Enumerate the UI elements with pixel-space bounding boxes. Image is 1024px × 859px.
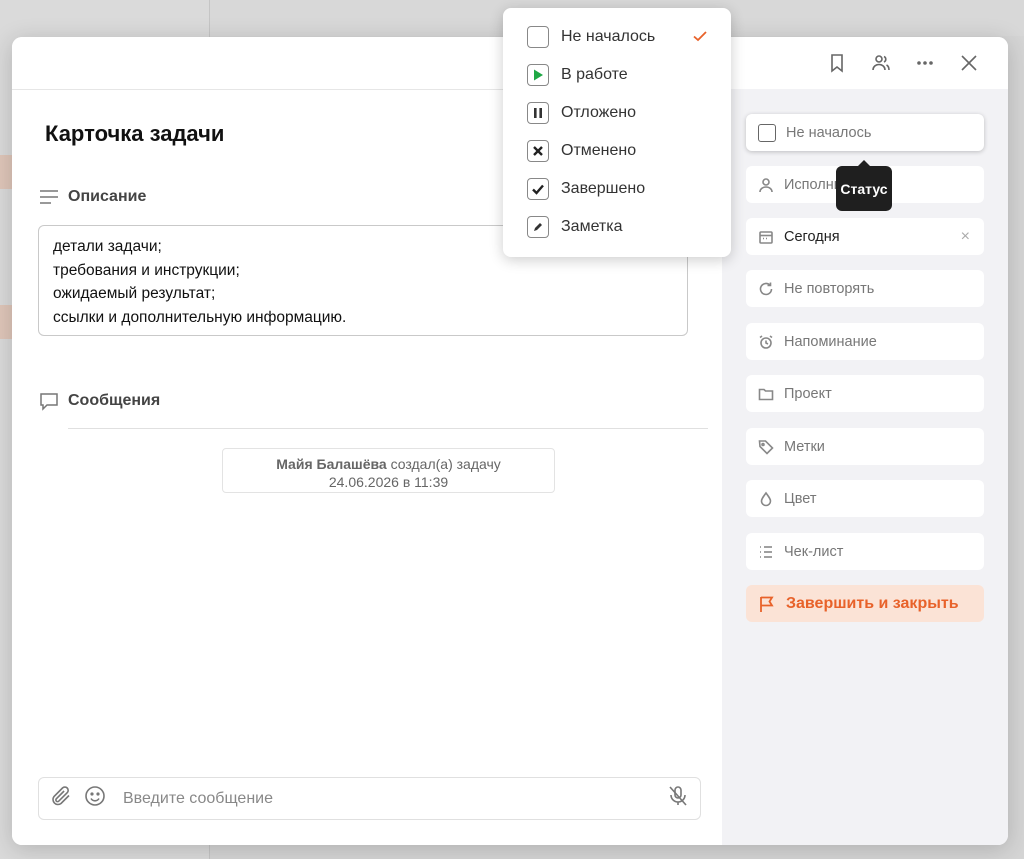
play-icon — [527, 64, 549, 86]
status-option-in-progress[interactable]: В работе — [503, 56, 731, 94]
repeat-field[interactable]: Не повторять — [746, 270, 984, 307]
color-label: Цвет — [784, 490, 817, 507]
status-menu: Не началось В работе Отложено Отменено З… — [503, 8, 731, 257]
messages-label: Сообщения — [68, 392, 161, 409]
folder-icon — [758, 388, 774, 400]
finish-label: Завершить и закрыть — [786, 594, 959, 612]
alarm-clock-icon — [759, 334, 773, 349]
task-properties-panel: Не началось Исполнитель Сегодня × Не пов… — [722, 37, 1008, 845]
check-icon — [527, 178, 549, 200]
status-option-label: Заметка — [561, 218, 623, 235]
date-value: Сегодня — [784, 228, 840, 245]
checklist-icon — [760, 545, 772, 558]
status-checkbox-icon — [758, 123, 776, 142]
more-button[interactable] — [914, 52, 936, 74]
microphone-off-icon — [669, 786, 687, 806]
flag-icon — [760, 596, 774, 612]
bookmark-button[interactable] — [826, 52, 848, 74]
system-message-text: Майя Балашёва создал(а) задачу — [223, 455, 554, 473]
description-icon — [40, 190, 58, 204]
attach-button[interactable] — [49, 784, 73, 813]
messages-divider — [68, 428, 708, 429]
drop-icon — [760, 491, 772, 506]
repeat-icon — [759, 282, 773, 295]
status-option-label: Завершено — [561, 180, 646, 197]
status-field[interactable]: Не началось — [746, 114, 984, 151]
participants-icon — [872, 55, 890, 71]
description-header: Описание — [38, 186, 146, 208]
status-option-label: Отменено — [561, 142, 637, 159]
system-message-datetime: 24.06.2026 в 11:39 — [328, 474, 449, 490]
status-option-cancelled[interactable]: Отменено — [503, 132, 731, 170]
tags-field[interactable]: Метки — [746, 428, 984, 465]
close-button[interactable] — [958, 52, 980, 74]
modal-header-actions — [722, 37, 1008, 89]
checklist-label: Чек-лист — [784, 543, 844, 560]
emoji-button[interactable] — [83, 784, 107, 813]
date-field[interactable]: Сегодня × — [746, 218, 984, 255]
emoji-icon — [85, 786, 105, 806]
voice-button[interactable] — [666, 784, 690, 813]
pencil-icon — [527, 216, 549, 238]
system-message-action: создал(а) задачу — [390, 456, 501, 472]
finish-and-close-button[interactable]: Завершить и закрыть — [746, 585, 984, 622]
reminder-field[interactable]: Напоминание — [746, 323, 984, 360]
more-icon — [917, 61, 933, 65]
checkmark-icon — [693, 31, 707, 42]
status-option-label: В работе — [561, 66, 628, 83]
description-label: Описание — [68, 188, 147, 205]
status-option-label: Отложено — [561, 104, 636, 121]
tags-label: Метки — [784, 438, 825, 455]
pause-icon — [527, 102, 549, 124]
paperclip-icon — [52, 786, 70, 806]
bookmark-icon — [831, 54, 843, 73]
system-message-author: Майя Балашёва — [276, 456, 387, 472]
message-input[interactable] — [117, 789, 656, 808]
close-icon — [961, 55, 977, 71]
status-option-label: Не началось — [561, 28, 656, 45]
status-option-completed[interactable]: Завершено — [503, 170, 731, 208]
status-value: Не началось — [786, 124, 872, 141]
color-field[interactable]: Цвет — [746, 480, 984, 517]
message-composer — [38, 777, 701, 820]
page-title[interactable]: Карточка задачи — [45, 121, 224, 147]
status-option-postponed[interactable]: Отложено — [503, 94, 731, 132]
status-option-note[interactable]: Заметка — [503, 208, 731, 246]
tag-icon — [758, 439, 774, 455]
system-message: Майя Балашёва создал(а) задачу 24.06.202… — [222, 448, 555, 493]
cross-icon — [527, 140, 549, 162]
empty-checkbox-icon — [527, 26, 549, 48]
description-line: ссылки и дополнительную информацию. — [53, 308, 347, 326]
reminder-label: Напоминание — [784, 333, 877, 350]
participants-button[interactable] — [870, 52, 892, 74]
description-line: ожидаемый результат; — [53, 285, 216, 302]
status-option-not-started[interactable]: Не началось — [503, 18, 731, 56]
comment-icon — [40, 393, 58, 411]
project-field[interactable]: Проект — [746, 375, 984, 412]
user-icon — [759, 177, 773, 192]
checklist-field[interactable]: Чек-лист — [746, 533, 984, 570]
clear-date-button[interactable]: × — [961, 228, 970, 246]
calendar-icon — [759, 230, 773, 244]
repeat-label: Не повторять — [784, 280, 875, 297]
messages-header: Сообщения — [38, 390, 160, 412]
description-line: требования и инструкции; — [53, 261, 240, 279]
status-tooltip: Статус — [836, 160, 892, 211]
project-label: Проект — [784, 385, 832, 402]
